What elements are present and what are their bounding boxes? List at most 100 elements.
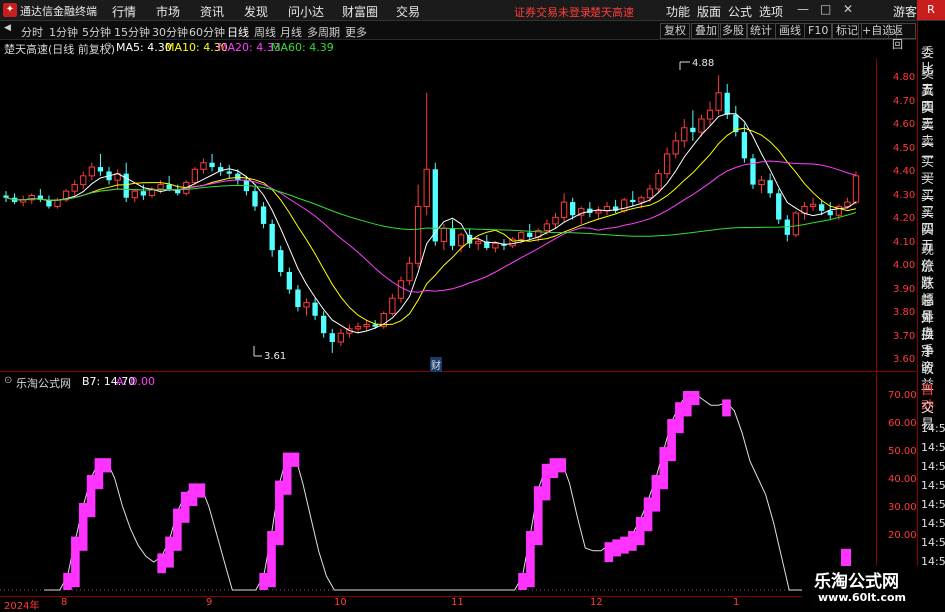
indicator-bar [667, 419, 676, 462]
y-tick-sub: 50.00 [888, 446, 917, 457]
x-tick: 1 [733, 597, 740, 608]
y-tick: 4.70 [893, 96, 916, 107]
candle-body [354, 326, 362, 330]
candle-body [191, 168, 199, 183]
indicator-bar [628, 531, 637, 551]
candle-body [363, 323, 370, 328]
indicator-bar [604, 542, 614, 562]
indicator-bar [290, 452, 300, 467]
candle-body [570, 202, 576, 216]
r-badge[interactable]: R [917, 0, 945, 20]
x-tick: 9 [206, 597, 213, 608]
candle-body [80, 175, 87, 186]
candle-body [517, 232, 525, 240]
candle-body [646, 188, 654, 199]
watermark-name: 乐淘公式网 [814, 572, 899, 592]
x-tick: 8 [61, 597, 68, 608]
candle-body [724, 92, 730, 115]
ma20-line [5, 160, 857, 293]
candle-body [560, 201, 568, 218]
indicator-bar [86, 475, 96, 518]
watermark-url: www.60lt.com [818, 591, 907, 604]
candle-body [397, 280, 405, 299]
candle-body [97, 167, 104, 172]
candle-body [681, 127, 688, 142]
candle-body [844, 201, 851, 207]
candle-body [809, 203, 817, 207]
candle-body [552, 216, 559, 225]
candle-body [88, 166, 96, 177]
candle-body [475, 240, 482, 245]
candle-body [295, 289, 301, 307]
candle-body [440, 227, 448, 242]
ma5-line [5, 113, 857, 334]
y-tick: 3.70 [893, 331, 916, 342]
candle-body [672, 140, 679, 155]
rp-time: 14:56 [921, 536, 945, 549]
candle-body [226, 171, 232, 174]
candle-body [698, 118, 705, 133]
indicator-bar [635, 517, 645, 546]
candle-body [131, 190, 138, 199]
candle-body [741, 132, 748, 159]
candle-body [140, 191, 147, 196]
candle-body [389, 297, 396, 315]
candle-body [157, 184, 164, 190]
rp-time: 14:56 [921, 517, 945, 530]
y-tick: 4.40 [893, 166, 916, 177]
candle-body [252, 191, 258, 207]
y-tick: 4.60 [893, 119, 916, 130]
indicator-bar [675, 402, 684, 434]
candle-body [321, 315, 327, 334]
candle-body [638, 197, 645, 203]
indicator-bar [282, 452, 292, 495]
indicator-bar [71, 536, 80, 588]
y-tick: 3.90 [893, 284, 916, 295]
low-price-label: 3.61 [264, 351, 287, 362]
indicator-bar [612, 539, 621, 557]
y-tick-sub: 20.00 [888, 530, 917, 541]
indicator-bar [518, 573, 527, 590]
rp-time: 14:56 [921, 460, 945, 473]
indicator-bar [620, 536, 629, 554]
ma10-line [5, 127, 857, 326]
candle-body [312, 302, 318, 316]
candle-body [690, 127, 696, 133]
y-tick-sub: 30.00 [888, 502, 917, 513]
candle-body [337, 332, 345, 343]
candle-body [329, 333, 335, 342]
indicator-bar [180, 491, 190, 523]
candle-body [767, 180, 773, 194]
indicator-bar [63, 573, 72, 590]
rp-time: 14:56 [921, 479, 945, 492]
indicator-bar [682, 391, 692, 417]
kline-chart[interactable] [0, 0, 945, 609]
indicator-bar [722, 399, 731, 417]
candle-body [372, 324, 378, 327]
indicator-bar [165, 536, 174, 568]
indicator-bar [275, 480, 284, 546]
y-tick-sub: 40.00 [888, 474, 917, 485]
indicator-bar [259, 573, 268, 590]
candle-body [827, 210, 833, 216]
x-tick: 12 [590, 597, 603, 608]
y-tick: 3.80 [893, 307, 916, 318]
candle-body [792, 212, 800, 236]
indicator-bar [102, 458, 112, 473]
indicator-bar [690, 391, 700, 406]
rp-time: 14:56 [921, 441, 945, 454]
y-tick: 3.60 [893, 354, 916, 365]
x-tick: 11 [451, 597, 464, 608]
candle-body [621, 199, 628, 212]
candle-body [414, 205, 422, 264]
x-tick: 2024年 [4, 601, 40, 612]
candle-body [852, 175, 860, 203]
indicator-bar [196, 483, 206, 498]
y-tick: 4.20 [893, 213, 916, 224]
candle-body [630, 199, 636, 203]
y-tick: 4.30 [893, 190, 916, 201]
finance-icon[interactable]: 财 [430, 357, 442, 372]
indicator-bar [94, 458, 104, 490]
y-tick-sub: 70.00 [888, 390, 917, 401]
indicator-bar [157, 553, 166, 574]
